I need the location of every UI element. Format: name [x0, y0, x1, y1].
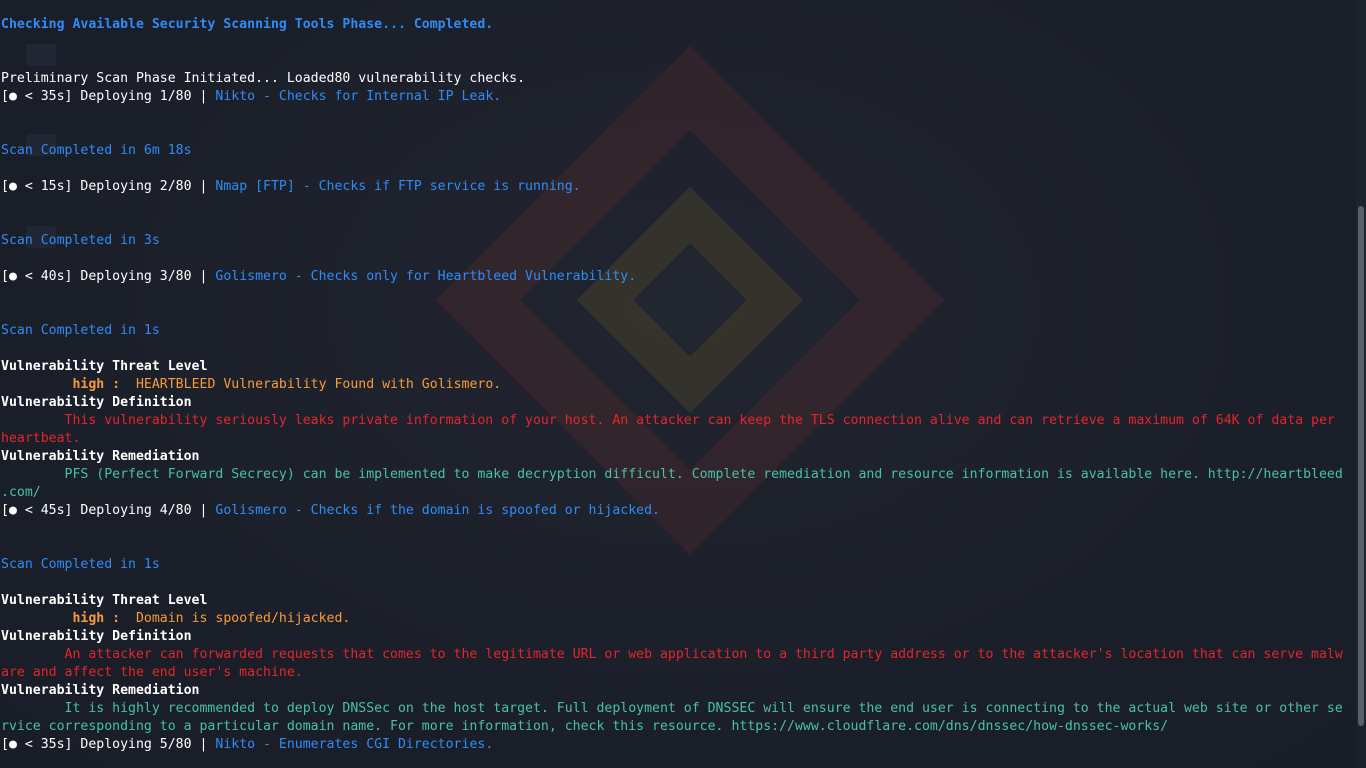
tool-check-status: Checking Available Security Scanning Too…	[1, 17, 494, 32]
definition-heading: Vulnerability Definition	[1, 629, 192, 644]
deploy-line-5: [● < 35s] Deploying 5/80 | Nikto - Enume…	[1, 736, 1352, 754]
threat-level-heading: Vulnerability Threat Level	[1, 359, 208, 374]
deploy-prefix: [● < 15s] Deploying 2/80 |	[1, 179, 216, 194]
preliminary-scan-status: Preliminary Scan Phase Initiated... Load…	[1, 71, 526, 86]
deploy-check-name: Nikto - Checks for Internal IP Leak.	[215, 89, 502, 104]
scan-completed-line: Scan Completed in 6m 18s	[1, 143, 192, 158]
deploy-check-name: Golismero - Checks only for Heartbleed V…	[215, 269, 637, 284]
scan-completed-line: Scan Completed in 1s	[1, 557, 160, 572]
scan-completed-line: Scan Completed in 1s	[1, 323, 160, 338]
deploy-check-name: Nmap [FTP] - Checks if FTP service is ru…	[215, 179, 581, 194]
deploy-prefix: [● < 35s] Deploying 5/80 |	[1, 737, 216, 752]
remediation-text-wrap: .com/	[1, 485, 41, 500]
threat-description: Domain is spoofed/hijacked.	[128, 611, 351, 626]
definition-text-wrap: are and affect the end user's machine.	[1, 665, 303, 680]
remediation-text: PFS (Perfect Forward Secrecy) can be imp…	[1, 467, 1343, 482]
terminal-output: Checking Available Security Scanning Too…	[1, 16, 1352, 754]
definition-heading: Vulnerability Definition	[1, 395, 192, 410]
remediation-text-wrap: rvice corresponding to a particular doma…	[1, 719, 1169, 734]
scrollbar-thumb[interactable]	[1358, 206, 1364, 726]
remediation-text: It is highly recommended to deploy DNSSe…	[1, 701, 1343, 716]
severity-label: high :	[1, 611, 129, 626]
severity-label: high :	[1, 377, 129, 392]
deploy-check-name: Golismero - Checks if the domain is spoo…	[215, 503, 660, 518]
deploy-prefix: [● < 35s] Deploying 1/80 |	[1, 89, 216, 104]
deploy-check-name: Nikto - Enumerates CGI Directories.	[215, 737, 494, 752]
deploy-line-4: [● < 45s] Deploying 4/80 | Golismero - C…	[1, 502, 1352, 520]
deploy-line-2: [● < 15s] Deploying 2/80 | Nmap [FTP] - …	[1, 178, 1352, 196]
deploy-line-3: [● < 40s] Deploying 3/80 | Golismero - C…	[1, 268, 1352, 286]
deploy-prefix: [● < 45s] Deploying 4/80 |	[1, 503, 216, 518]
deploy-prefix: [● < 40s] Deploying 3/80 |	[1, 269, 216, 284]
scan-completed-line: Scan Completed in 3s	[1, 233, 160, 248]
threat-level-line: high : HEARTBLEED Vulnerability Found wi…	[1, 376, 1352, 394]
terminal-window[interactable]: Checking Available Security Scanning Too…	[0, 0, 1366, 768]
scrollbar-track[interactable]	[1356, 0, 1366, 768]
definition-text: An attacker can forwarded requests that …	[1, 647, 1343, 662]
deploy-line-1: [● < 35s] Deploying 1/80 | Nikto - Check…	[1, 88, 1352, 106]
threat-description: HEARTBLEED Vulnerability Found with Goli…	[128, 377, 502, 392]
threat-level-line: high : Domain is spoofed/hijacked.	[1, 610, 1352, 628]
definition-text: This vulnerability seriously leaks priva…	[1, 413, 1335, 428]
definition-text-wrap: heartbeat.	[1, 431, 81, 446]
remediation-heading: Vulnerability Remediation	[1, 683, 200, 698]
remediation-heading: Vulnerability Remediation	[1, 449, 200, 464]
threat-level-heading: Vulnerability Threat Level	[1, 593, 208, 608]
